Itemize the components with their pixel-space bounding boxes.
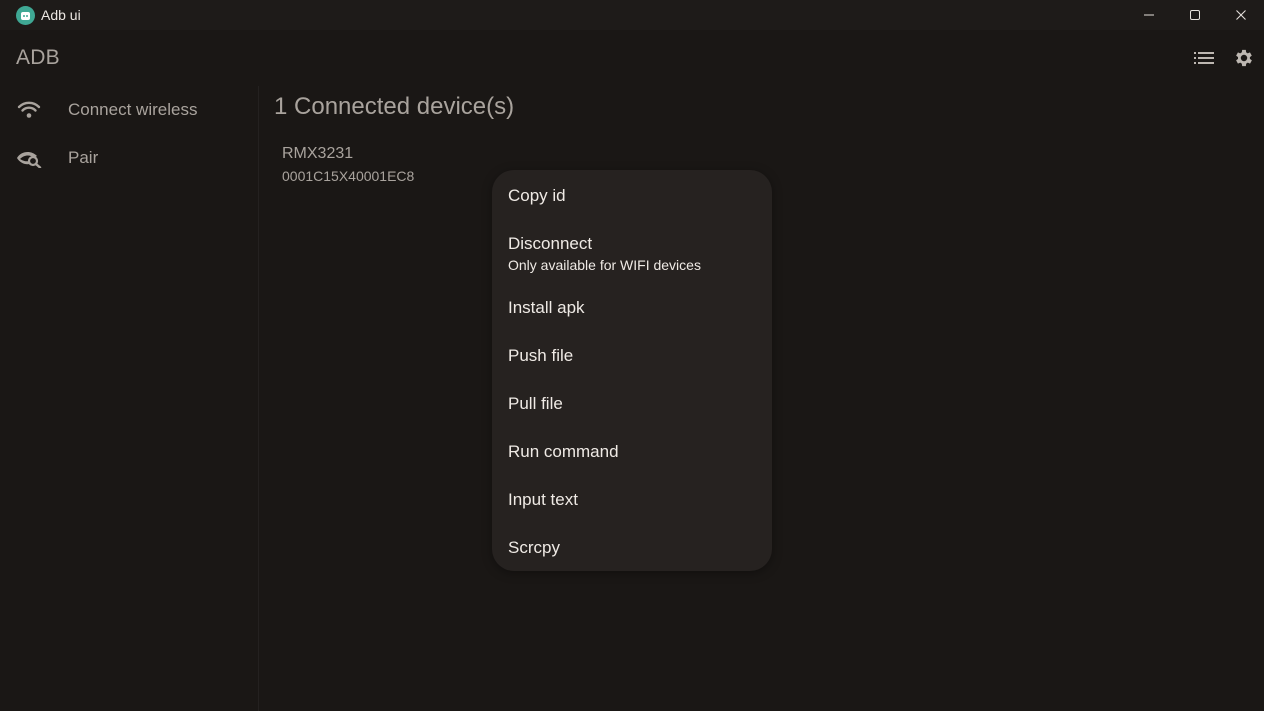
gear-icon — [1236, 49, 1252, 67]
window-title: Adb ui — [41, 7, 81, 23]
list-icon — [1194, 52, 1214, 64]
wifi-icon — [16, 97, 42, 123]
sidebar-item-label: Connect wireless — [68, 100, 198, 119]
app-header-title: ADB — [16, 46, 60, 69]
app-icon — [16, 6, 35, 25]
eye-search-icon — [16, 145, 42, 171]
menu-item-push-file[interactable]: Push file — [492, 336, 772, 376]
close-button[interactable] — [1218, 0, 1264, 30]
menu-item-label: Disconnect — [508, 234, 593, 253]
menu-item-label: Input text — [508, 490, 578, 509]
maximize-icon — [1190, 10, 1200, 20]
menu-item-label: Install apk — [508, 298, 585, 317]
menu-item-label: Copy id — [508, 186, 566, 205]
settings-button[interactable] — [1232, 46, 1256, 70]
minimize-button[interactable] — [1126, 0, 1172, 30]
device-id: 0001C15X40001EC8 — [282, 168, 415, 184]
devices-list-button[interactable] — [1192, 46, 1216, 70]
device-context-menu: Copy id Disconnect Only available for WI… — [492, 170, 772, 571]
menu-item-disconnect[interactable]: Disconnect Only available for WIFI devic… — [492, 226, 772, 278]
menu-item-copy-id[interactable]: Copy id — [492, 176, 772, 216]
menu-item-sublabel: Only available for WIFI devices — [508, 257, 701, 273]
menu-item-install-apk[interactable]: Install apk — [492, 288, 772, 328]
sidebar-item-pair[interactable]: Pair — [0, 138, 250, 178]
device-item[interactable]: RMX3231 0001C15X40001EC8 — [282, 144, 482, 188]
minimize-icon — [1144, 14, 1154, 16]
menu-item-label: Push file — [508, 346, 574, 365]
maximize-button[interactable] — [1172, 0, 1218, 30]
sidebar-item-connect-wireless[interactable]: Connect wireless — [0, 90, 250, 130]
device-name: RMX3231 — [282, 145, 354, 162]
title-bar: Adb ui — [0, 0, 1264, 30]
menu-item-label: Pull file — [508, 394, 563, 413]
page-title: 1 Connected device(s) — [274, 93, 515, 120]
sidebar-divider — [258, 86, 259, 711]
menu-item-scrcpy[interactable]: Scrcpy — [492, 528, 772, 568]
menu-item-label: Scrcpy — [508, 538, 560, 557]
close-icon — [1236, 10, 1246, 20]
menu-item-run-command[interactable]: Run command — [492, 432, 772, 472]
menu-item-pull-file[interactable]: Pull file — [492, 384, 772, 424]
sidebar-item-label: Pair — [68, 148, 99, 167]
menu-item-label: Run command — [508, 442, 619, 461]
menu-item-input-text[interactable]: Input text — [492, 480, 772, 520]
